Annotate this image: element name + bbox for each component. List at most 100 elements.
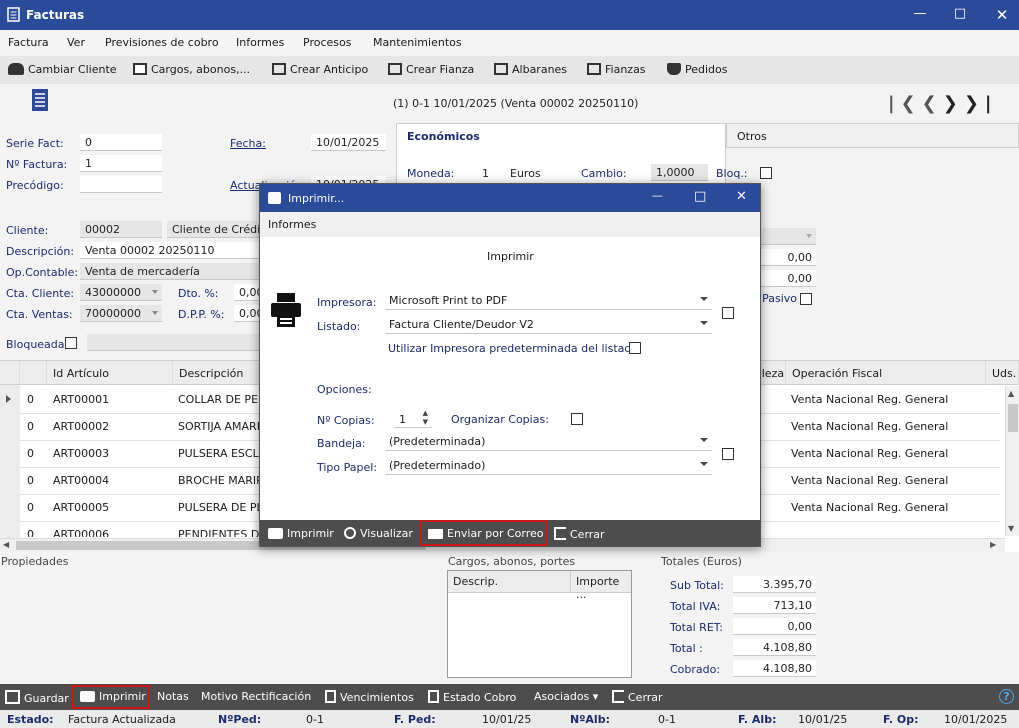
bloq-label: Bloq.:: [716, 167, 748, 180]
spin-icon[interactable]: ▲ ▼: [423, 409, 428, 427]
printer-icon: [271, 293, 301, 327]
menu-ver[interactable]: Ver: [67, 36, 85, 49]
cambiar-cliente-button[interactable]: Cambiar Cliente: [8, 63, 117, 76]
cta-cliente-field[interactable]: 43000000: [80, 284, 162, 301]
cargos-button[interactable]: Cargos, abonos,...: [133, 63, 250, 76]
motivo-rectificacion-button[interactable]: Motivo Rectificación: [201, 690, 311, 703]
dto-field[interactable]: 0,00: [234, 284, 264, 301]
crear-anticipo-button[interactable]: Crear Anticipo: [272, 63, 368, 76]
dialog-imprimir-button[interactable]: Imprimir: [268, 527, 334, 540]
scroll-right-icon[interactable]: ▶: [990, 540, 996, 549]
fecha-label[interactable]: Fecha:: [230, 137, 266, 150]
printer-icon: [268, 192, 281, 204]
copias-stepper[interactable]: 1 ▲ ▼: [394, 409, 432, 428]
num-factura-field[interactable]: 1: [80, 155, 162, 172]
visualizar-button[interactable]: Visualizar: [344, 527, 413, 540]
notas-button[interactable]: Notas: [157, 690, 189, 703]
fped-value: 10/01/25: [482, 713, 532, 726]
window-title-bar: Facturas — □ ✕: [0, 0, 1019, 30]
col-descrip[interactable]: Descrip.: [448, 571, 571, 593]
dpp-field[interactable]: 0,00: [234, 305, 264, 322]
scroll-left-icon[interactable]: ◀: [3, 540, 9, 549]
papel-select[interactable]: (Predeterminado): [385, 457, 712, 475]
help-icon[interactable]: ?: [999, 689, 1014, 704]
scroll-thumb[interactable]: [1008, 404, 1018, 432]
chevron-down-icon: [806, 234, 812, 238]
fecha-field[interactable]: 10/01/2025: [311, 134, 386, 151]
tab-otros[interactable]: Otros: [726, 123, 1019, 148]
guardar-button[interactable]: Guardar: [5, 690, 69, 705]
scroll-down-icon[interactable]: ▼: [1008, 524, 1014, 533]
cta-ventas-field[interactable]: 70000000: [80, 305, 162, 322]
ret-label: Total RET:: [670, 621, 723, 634]
estado-cobro-button[interactable]: Estado Cobro: [428, 690, 516, 704]
hidden-dropdown[interactable]: [761, 228, 816, 245]
albaranes-button[interactable]: Albaranes: [494, 63, 567, 76]
dpp-label: D.P.P. %:: [178, 308, 225, 321]
predeterminada-label: Utilizar Impresora predeterminada del li…: [388, 342, 642, 355]
tab-economicos[interactable]: Económicos: [396, 123, 726, 148]
precodigo-label: Precódigo:: [6, 179, 64, 192]
papel-option-checkbox[interactable]: [722, 448, 734, 460]
impresora-select[interactable]: Microsoft Print to PDF: [385, 292, 712, 310]
opcontable-field[interactable]: Venta de mercadería: [80, 263, 259, 280]
next-record-icon[interactable]: ❯: [943, 93, 964, 114]
subtotal-label: Sub Total:: [670, 579, 724, 592]
cambio-field[interactable]: 1,0000: [651, 164, 708, 181]
cerrar-button[interactable]: Cerrar: [612, 690, 663, 704]
chevron-down-icon: [152, 311, 158, 315]
bloqueada-notes-field[interactable]: [87, 334, 259, 351]
impresora-option-checkbox[interactable]: [722, 307, 734, 319]
organizar-checkbox[interactable]: [571, 413, 583, 425]
cobrado-label: Cobrado:: [670, 663, 721, 676]
header-tabs: Económicos Otros: [396, 123, 1019, 148]
pasivo-checkbox[interactable]: [800, 293, 812, 305]
window-title: Facturas: [26, 8, 85, 22]
last-record-icon[interactable]: ❯|: [964, 93, 998, 114]
dialog-cerrar-button[interactable]: Cerrar: [554, 527, 605, 541]
minimize-icon[interactable]: —: [652, 189, 663, 202]
cta-ventas-label: Cta. Ventas:: [6, 308, 73, 321]
col-uds[interactable]: Uds.: [986, 361, 1019, 385]
record-navigator: |❮❮❯❯|: [888, 93, 998, 114]
minimize-icon[interactable]: —: [910, 6, 930, 24]
first-record-icon[interactable]: |❮: [888, 93, 922, 114]
descripcion-field[interactable]: Venta 00002 20250110: [80, 242, 259, 259]
users-icon: [8, 63, 24, 75]
bloqueada-checkbox[interactable]: [65, 337, 77, 349]
scroll-up-icon[interactable]: ▲: [1008, 389, 1014, 398]
serie-label: Serie Fact:: [6, 137, 64, 150]
menu-mantenimientos[interactable]: Mantenimientos: [373, 36, 462, 49]
cliente-code-field[interactable]: 00002: [80, 221, 162, 238]
vencimientos-button[interactable]: Vencimientos: [325, 690, 414, 704]
prev-record-icon[interactable]: ❮: [922, 93, 943, 114]
menu-informes[interactable]: Informes: [268, 218, 316, 231]
opcontable-label: Op.Contable:: [6, 266, 79, 279]
pedidos-button[interactable]: Pedidos: [667, 63, 728, 76]
predeterminada-checkbox[interactable]: [629, 342, 641, 354]
vertical-scrollbar[interactable]: ▲ ▼: [1005, 386, 1019, 536]
menu-factura[interactable]: Factura: [8, 36, 49, 49]
menu-informes[interactable]: Informes: [236, 36, 284, 49]
bandeja-select[interactable]: (Predeterminada): [385, 433, 712, 451]
serie-field[interactable]: 0: [80, 134, 162, 151]
close-icon[interactable]: ✕: [736, 189, 747, 204]
col-importe[interactable]: Importe ...: [571, 571, 631, 601]
record-info: (1) 0-1 10/01/2025 (Venta 00002 20250110…: [393, 97, 639, 110]
crear-fianza-button[interactable]: Crear Fianza: [388, 63, 474, 76]
menu-procesos[interactable]: Procesos: [303, 36, 351, 49]
col-id-articulo[interactable]: Id Artículo: [47, 361, 173, 385]
close-icon[interactable]: ✕: [992, 6, 1012, 24]
list-icon: [133, 63, 147, 75]
cargos-table[interactable]: Descrip. Importe ...: [447, 570, 632, 678]
eco-value-1: 0,00: [761, 249, 816, 266]
menu-previsiones[interactable]: Previsiones de cobro: [105, 36, 219, 49]
asociados-dropdown[interactable]: Asociados ▾: [534, 690, 598, 703]
col-operacion-fiscal[interactable]: Operación Fiscal: [786, 361, 986, 385]
maximize-icon[interactable]: □: [694, 189, 706, 204]
listado-select[interactable]: Factura Cliente/Deudor V2: [385, 316, 712, 334]
fianzas-button[interactable]: Fianzas: [587, 63, 646, 76]
maximize-icon[interactable]: □: [950, 6, 970, 24]
precodigo-field[interactable]: [80, 176, 162, 193]
bloq-checkbox[interactable]: [760, 167, 772, 179]
